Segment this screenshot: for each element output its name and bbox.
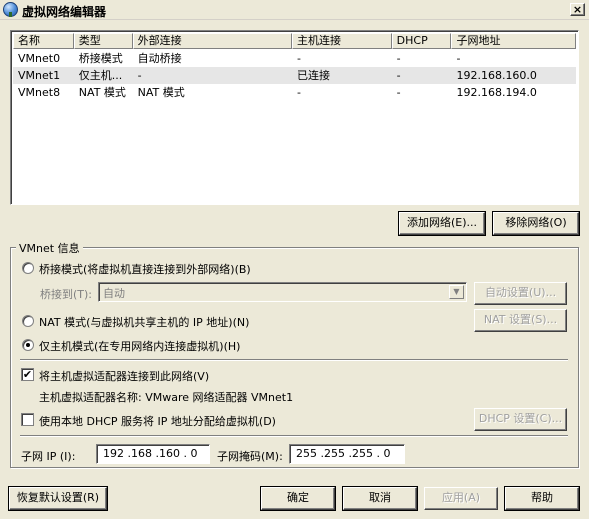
cell-host: -	[297, 52, 301, 65]
remove-network-button[interactable]: 移除网络(O)	[493, 212, 579, 235]
cell-subnet: 192.168.160.0	[456, 69, 537, 82]
adapter-name-label: 主机虚拟适配器名称: VMware 网络适配器 VMnet1	[39, 391, 294, 404]
column-header-dhcp[interactable]: DHCP	[391, 33, 452, 49]
bridged-to-label: 桥接到(T):	[40, 288, 93, 301]
network-list[interactable]: 名称 类型 外部连接 主机连接 DHCP 子网地址 VMnet0 桥接模式 自动…	[10, 30, 579, 205]
column-header-host[interactable]: 主机连接	[292, 33, 392, 49]
table-row[interactable]: VMnet0 桥接模式 自动桥接 - - -	[13, 50, 576, 67]
cell-dhcp: -	[396, 69, 401, 82]
column-header-name[interactable]: 名称	[13, 33, 74, 49]
apply-button[interactable]: 应用(A)	[424, 487, 498, 510]
auto-settings-button[interactable]: 自动设置(U)...	[474, 282, 567, 305]
dhcp-settings-button[interactable]: DHCP 设置(C)...	[474, 408, 567, 431]
ok-button[interactable]: 确定	[261, 487, 335, 510]
network-globe-icon	[3, 2, 18, 17]
bridged-mode-label[interactable]: 桥接模式(将虚拟机直接连接到外部网络)(B)	[39, 261, 251, 277]
close-button[interactable]: ×	[570, 3, 585, 16]
subnet-ip-input[interactable]: 192 .168 .160 . 0	[96, 444, 210, 464]
separator	[20, 435, 568, 437]
cancel-button[interactable]: 取消	[343, 487, 417, 510]
table-row[interactable]: VMnet8 NAT 模式 NAT 模式 - - 192.168.194.0	[13, 84, 576, 101]
table-row-selected[interactable]: VMnet1 仅主机... - 已连接 - 192.168.160.0	[13, 67, 576, 84]
connect-adapter-checkbox[interactable]: ✔	[21, 368, 34, 381]
bridged-to-select[interactable]: 自动 ▼	[98, 282, 467, 302]
cell-dhcp: -	[396, 86, 401, 99]
separator	[20, 359, 568, 361]
subnet-mask-input[interactable]: 255 .255 .255 . 0	[289, 444, 405, 464]
title-bar: 虚拟网络编辑器 ×	[0, 0, 589, 20]
column-header-external[interactable]: 外部连接	[132, 33, 293, 49]
use-dhcp-label[interactable]: 使用本地 DHCP 服务将 IP 地址分配给虚拟机(D)	[39, 413, 276, 429]
cell-host: -	[297, 86, 301, 99]
network-list-header: 名称 类型 外部连接 主机连接 DHCP 子网地址	[13, 33, 576, 49]
column-header-type[interactable]: 类型	[73, 33, 133, 49]
cell-type: NAT 模式	[78, 86, 126, 99]
window-title: 虚拟网络编辑器	[22, 5, 107, 19]
cell-name: VMnet8	[18, 86, 61, 99]
cell-subnet: 192.168.194.0	[456, 86, 537, 99]
bridged-mode-radio[interactable]	[22, 262, 34, 274]
nat-mode-label[interactable]: NAT 模式(与虚拟机共享主机的 IP 地址)(N)	[39, 314, 249, 330]
cell-external: NAT 模式	[137, 86, 185, 99]
subnet-mask-label: 子网掩码(M):	[217, 450, 283, 463]
cell-external: -	[137, 69, 142, 82]
cell-name: VMnet1	[18, 69, 61, 82]
help-button[interactable]: 帮助	[505, 487, 579, 510]
virtual-network-editor-window: 虚拟网络编辑器 × 名称 类型 外部连接 主机连接 DHCP 子网地址 VMne…	[0, 0, 589, 519]
host-only-mode-radio[interactable]	[22, 339, 34, 351]
cell-host: 已连接	[297, 69, 331, 82]
cell-name: VMnet0	[18, 52, 61, 65]
column-header-subnet[interactable]: 子网地址	[451, 33, 576, 49]
cell-dhcp: -	[396, 52, 401, 65]
cell-subnet: -	[456, 52, 461, 65]
add-network-button[interactable]: 添加网络(E)...	[399, 212, 485, 235]
network-rows: VMnet0 桥接模式 自动桥接 - - - VMnet1 仅主机... - 已…	[13, 50, 576, 101]
chevron-down-icon[interactable]: ▼	[449, 285, 464, 299]
use-dhcp-checkbox[interactable]	[21, 413, 34, 426]
cell-type: 仅主机...	[78, 69, 123, 82]
cell-external: 自动桥接	[137, 52, 182, 65]
subnet-ip-label: 子网 IP (I):	[21, 450, 76, 463]
connect-adapter-label[interactable]: 将主机虚拟适配器连接到此网络(V)	[39, 368, 209, 384]
bridged-to-value: 自动	[103, 287, 125, 300]
vmnet-info-label: VMnet 信息	[16, 240, 83, 256]
cell-type: 桥接模式	[78, 52, 123, 65]
restore-defaults-button[interactable]: 恢复默认设置(R)	[9, 487, 107, 510]
host-only-mode-label[interactable]: 仅主机模式(在专用网络内连接虚拟机)(H)	[39, 338, 240, 354]
nat-settings-button[interactable]: NAT 设置(S)...	[474, 309, 567, 332]
nat-mode-radio[interactable]	[22, 315, 34, 327]
